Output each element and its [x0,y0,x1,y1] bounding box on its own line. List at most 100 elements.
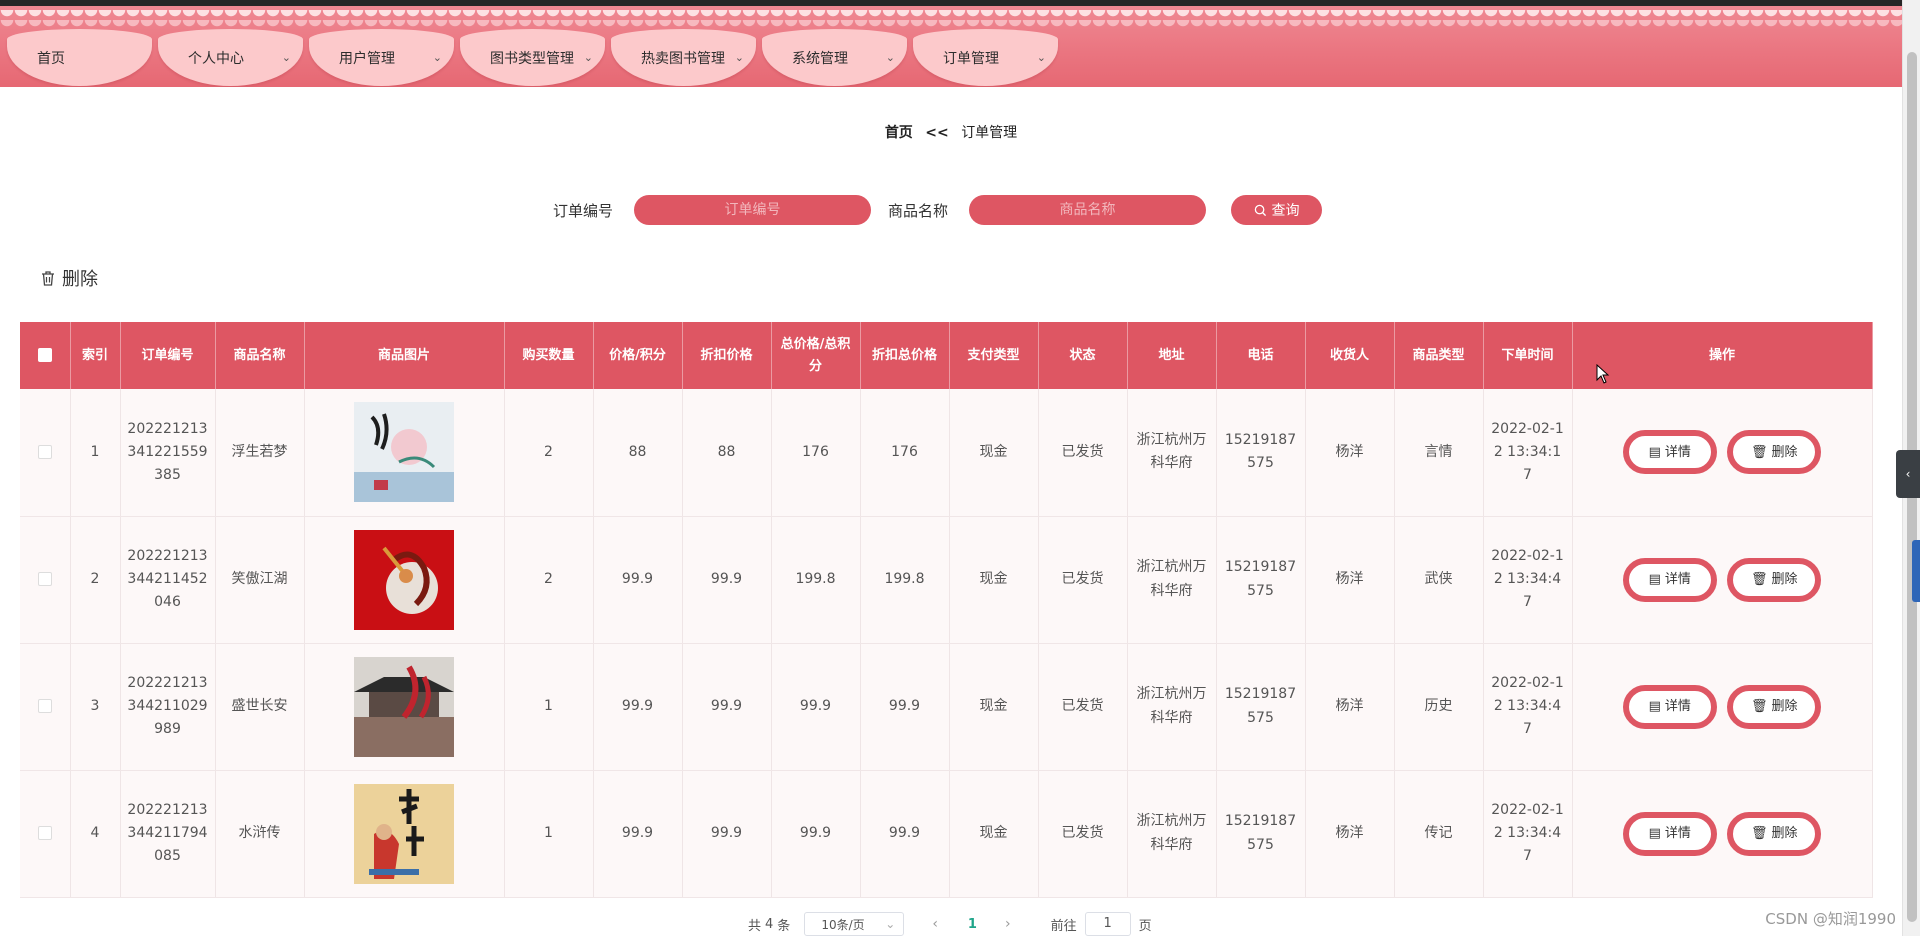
cell-phone: 15219187575 [1216,389,1306,517]
nav-tab-home[interactable]: 首页 [7,29,152,86]
cell-pay-type: 现金 [949,516,1039,644]
detail-button-label: 详情 [1664,571,1691,587]
collapse-panel-icon[interactable]: ‹ [1896,450,1920,498]
detail-button[interactable]: ▤ 详情 [1622,811,1717,856]
product-name-input[interactable] [969,195,1206,225]
select-all-checkbox[interactable] [37,348,52,363]
cell-receiver: 杨洋 [1305,389,1395,517]
nav-tab-order-management[interactable]: 订单管理 ⌄ [913,29,1058,86]
csdn-watermark: CSDN @知润1990 [1765,910,1896,928]
book-cover-image [354,783,454,884]
cell-actions: ▤ 详情 🗑 删除 [1572,770,1873,898]
table-row: 3 202221213344211029989 盛世长安 1 99.9 99.9… [20,643,1873,771]
cell-order-no: 202221213344211029989 [120,643,216,771]
table-row: 1 202221213341221559385 浮生若梦 2 88 88 176… [20,389,1873,517]
trash-icon: 🗑 [1750,825,1768,841]
row-checkbox[interactable] [37,825,52,840]
cell-product-image [304,516,505,644]
column-header: 地址 [1127,322,1217,389]
column-header: 总价格/总积分 [771,322,861,389]
cell-time: 2022-02-12 13:34:17 [1483,389,1573,517]
cell-product-image [304,770,505,898]
query-button[interactable]: 查询 [1231,195,1322,225]
cell-actions: ▤ 详情 🗑 删除 [1572,643,1873,771]
nav-tab-user-management[interactable]: 用户管理 ⌄ [309,29,454,86]
cell-order-no: 202221213344211794085 [120,770,216,898]
cell-discount-price: 99.9 [682,770,772,898]
page-size-select[interactable]: 10条/页 ⌄ [804,912,905,936]
search-icon [1254,204,1266,216]
cell-receiver: 杨洋 [1305,643,1395,771]
order-no-input[interactable] [634,195,871,225]
nav-tab-label: 个人中心 [188,51,244,67]
breadcrumb-current: 订单管理 [961,125,1018,141]
cell-phone: 15219187575 [1216,516,1306,644]
nav-top-line [0,0,1902,6]
cell-address: 浙江杭州万科华府 [1127,516,1217,644]
nav-tab-label: 图书类型管理 [490,51,574,67]
nav-tab-hot-books-management[interactable]: 热卖图书管理 ⌄ [611,29,756,86]
column-header: 折扣总价格 [860,322,950,389]
detail-button[interactable]: ▤ 详情 [1622,430,1717,475]
column-header: 商品类型 [1394,322,1484,389]
cell-total: 199.8 [771,516,861,644]
cell-total: 99.9 [771,770,861,898]
cell-total: 99.9 [771,643,861,771]
cell-address: 浙江杭州万科华府 [1127,770,1217,898]
nav-tab-personal-center[interactable]: 个人中心 ⌄ [158,29,303,86]
cell-discount-total: 99.9 [860,643,950,771]
column-header: 操作 [1572,322,1873,389]
delete-button[interactable]: 🗑 删除 [1727,557,1822,602]
goto-page-input[interactable]: 1 [1084,912,1131,936]
column-header: 电话 [1216,322,1306,389]
column-header: 订单编号 [120,322,216,389]
breadcrumb: 首页 << 订单管理 [0,122,1902,142]
cell-quantity: 1 [504,770,594,898]
cell-pay-type: 现金 [949,643,1039,771]
cell-index: 1 [70,389,121,517]
cell-order-no: 202221213344211452046 [120,516,216,644]
delete-button[interactable]: 🗑 删除 [1727,811,1822,856]
cell-time: 2022-02-12 13:34:47 [1483,643,1573,771]
detail-button-label: 详情 [1664,698,1691,714]
chevron-down-icon: ⌄ [583,51,593,64]
nav-tab-book-type-management[interactable]: 图书类型管理 ⌄ [460,29,605,86]
cell-discount-total: 199.8 [860,516,950,644]
side-panel-tab[interactable] [1912,540,1920,602]
row-checkbox[interactable] [37,444,52,459]
breadcrumb-home[interactable]: 首页 [885,125,913,141]
detail-button[interactable]: ▤ 详情 [1622,684,1717,729]
detail-button[interactable]: ▤ 详情 [1622,557,1717,602]
delete-button[interactable]: 🗑 删除 [1727,684,1822,729]
delete-button[interactable]: 🗑 删除 [1727,430,1822,475]
chevron-down-icon: ⌄ [885,51,895,64]
next-page-icon[interactable]: › [1005,916,1011,932]
column-header: 商品图片 [304,322,505,389]
book-cover-image [354,529,454,630]
cell-category: 武侠 [1394,516,1484,644]
cell-status: 已发货 [1038,516,1128,644]
mouse-cursor-icon [1596,364,1610,384]
row-checkbox[interactable] [37,698,52,713]
bulk-delete-button[interactable]: 删除 [40,265,98,291]
cell-pay-type: 现金 [949,770,1039,898]
cell-index: 4 [70,770,121,898]
column-header: 折扣价格 [682,322,772,389]
cell-actions: ▤ 详情 🗑 删除 [1572,389,1873,517]
prev-page-icon[interactable]: ‹ [932,916,938,932]
page-suffix: 页 [1138,918,1152,934]
column-header: 索引 [70,322,121,389]
cell-product-image [304,643,505,771]
cell-price: 99.9 [593,643,683,771]
query-button-label: 查询 [1271,203,1300,219]
nav-tab-system-management[interactable]: 系统管理 ⌄ [762,29,907,86]
document-icon: ▤ [1648,825,1661,841]
row-checkbox[interactable] [37,571,52,586]
product-name-label: 商品名称 [888,202,949,220]
nav-tab-label: 系统管理 [792,51,848,67]
page-number[interactable]: 1 [968,917,977,932]
nav-tab-label: 热卖图书管理 [641,51,725,67]
delete-button-label: 删除 [1771,825,1798,841]
chevron-down-icon: ⌄ [734,51,744,64]
cell-quantity: 1 [504,643,594,771]
